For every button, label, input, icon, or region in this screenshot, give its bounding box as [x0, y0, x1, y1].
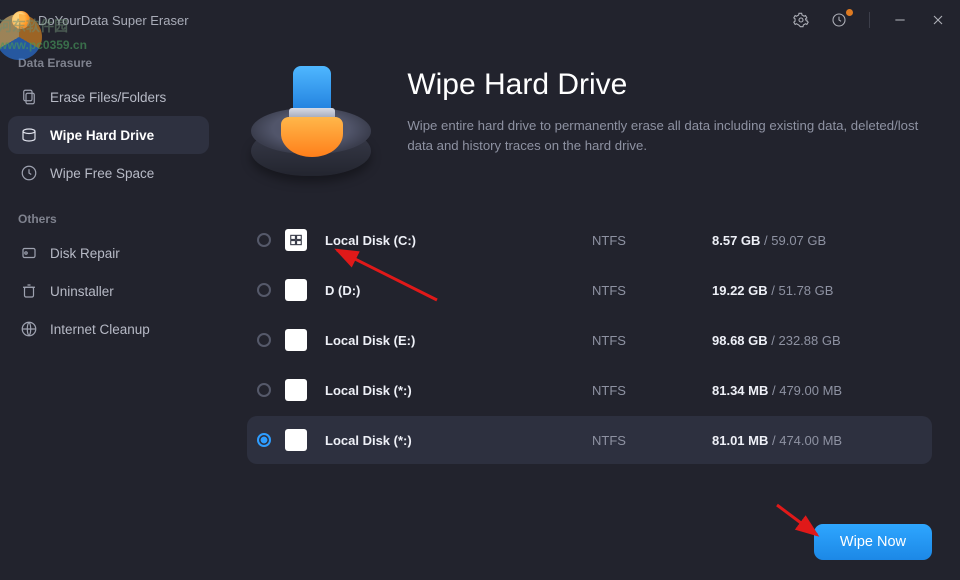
disk-icon — [285, 279, 307, 301]
drive-row[interactable]: Local Disk (E:)NTFS98.68 GB / 232.88 GB — [247, 316, 932, 364]
drive-radio[interactable] — [257, 233, 271, 247]
drive-radio[interactable] — [257, 283, 271, 297]
settings-icon[interactable] — [793, 12, 809, 28]
sidebar-item-label: Internet Cleanup — [50, 322, 150, 337]
sidebar-item-wipe-free-space[interactable]: Wipe Free Space — [8, 154, 209, 192]
drive-name: Local Disk (E:) — [319, 333, 592, 348]
drive-row[interactable]: D (D:)NTFS19.22 GB / 51.78 GB — [247, 266, 932, 314]
drive-filesystem: NTFS — [592, 233, 712, 248]
drive-row[interactable]: Local Disk (*:)NTFS81.01 MB / 474.00 MB — [247, 416, 932, 464]
notification-badge — [846, 9, 853, 16]
files-icon — [20, 88, 38, 106]
drive-filesystem: NTFS — [592, 333, 712, 348]
close-icon[interactable] — [930, 12, 946, 28]
titlebar-divider — [869, 12, 870, 28]
drive-row[interactable]: Local Disk (*:)NTFS81.34 MB / 479.00 MB — [247, 366, 932, 414]
sidebar-item-uninstaller[interactable]: Uninstaller — [8, 272, 209, 310]
drive-filesystem: NTFS — [592, 383, 712, 398]
drive-radio[interactable] — [257, 383, 271, 397]
globe-icon — [20, 320, 38, 338]
sidebar-item-internet-cleanup[interactable]: Internet Cleanup — [8, 310, 209, 348]
app-logo-icon — [12, 11, 30, 29]
sidebar-item-label: Erase Files/Folders — [50, 90, 166, 105]
sidebar-item-erase-files[interactable]: Erase Files/Folders — [8, 78, 209, 116]
sidebar-item-label: Disk Repair — [50, 246, 120, 261]
app-title: DoYourData Super Eraser — [38, 13, 189, 28]
page-subtitle: Wipe entire hard drive to permanently er… — [407, 116, 932, 157]
repair-icon — [20, 244, 38, 262]
uninstall-icon — [20, 282, 38, 300]
page-title: Wipe Hard Drive — [407, 68, 932, 102]
drive-size: 98.68 GB / 232.88 GB — [712, 333, 932, 348]
sidebar-item-wipe-hard-drive[interactable]: Wipe Hard Drive — [8, 116, 209, 154]
drive-row[interactable]: Local Disk (C:)NTFS8.57 GB / 59.07 GB — [247, 216, 932, 264]
drive-size: 8.57 GB / 59.07 GB — [712, 233, 932, 248]
disk-icon — [285, 329, 307, 351]
disk-icon — [285, 429, 307, 451]
sidebar-item-disk-repair[interactable]: Disk Repair — [8, 234, 209, 272]
sidebar-item-label: Wipe Hard Drive — [50, 128, 154, 143]
sidebar-group-data-erasure: Data Erasure — [8, 50, 209, 78]
sidebar-group-others: Others — [8, 206, 209, 234]
drive-icon — [20, 126, 38, 144]
drive-size: 81.01 MB / 474.00 MB — [712, 433, 932, 448]
sidebar-item-label: Uninstaller — [50, 284, 114, 299]
sidebar-item-label: Wipe Free Space — [50, 166, 154, 181]
wipe-now-button[interactable]: Wipe Now — [814, 524, 932, 560]
sidebar: 河东软件园 www.pc0359.cn Data Erasure Erase F… — [0, 40, 217, 580]
drive-size: 19.22 GB / 51.78 GB — [712, 283, 932, 298]
drive-radio[interactable] — [257, 333, 271, 347]
disk-icon — [285, 379, 307, 401]
title-bar: DoYourData Super Eraser — [0, 0, 960, 40]
drive-list: Local Disk (C:)NTFS8.57 GB / 59.07 GBD (… — [247, 216, 932, 464]
drive-name: Local Disk (C:) — [319, 233, 592, 248]
drive-name: Local Disk (*:) — [319, 433, 592, 448]
windows-disk-icon — [285, 229, 307, 251]
hero-illustration-icon — [247, 62, 373, 182]
main-content: Wipe Hard Drive Wipe entire hard drive t… — [217, 40, 960, 580]
drive-filesystem: NTFS — [592, 433, 712, 448]
drive-filesystem: NTFS — [592, 283, 712, 298]
drive-radio[interactable] — [257, 433, 271, 447]
minimize-icon[interactable] — [892, 12, 908, 28]
notifications-icon[interactable] — [831, 12, 847, 28]
clock-icon — [20, 164, 38, 182]
drive-size: 81.34 MB / 479.00 MB — [712, 383, 932, 398]
drive-name: Local Disk (*:) — [319, 383, 592, 398]
drive-name: D (D:) — [319, 283, 592, 298]
